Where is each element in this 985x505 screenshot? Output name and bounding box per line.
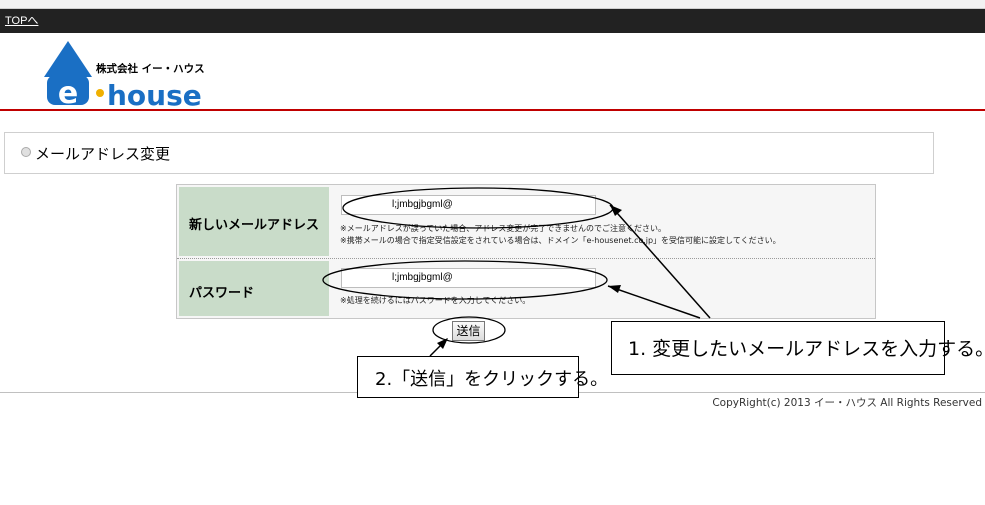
- top-link[interactable]: TOPへ: [5, 12, 38, 28]
- password-input[interactable]: l;jmbgjbgml@: [341, 268, 596, 288]
- header-divider: [0, 109, 985, 111]
- browser-top-strip: [0, 0, 985, 9]
- copyright-text: CopyRight(c) 2013 イー・ハウス All Rights Rese…: [712, 397, 982, 409]
- email-row: 新しいメールアドレス l;jmbgjbgml@ ※メールアドレスが誤っていた場合…: [177, 185, 875, 259]
- password-note: ※処理を続けるにはパスワードを入力してください。: [340, 296, 531, 305]
- site-header: e house 株式会社 イー・ハウス: [0, 33, 985, 112]
- step2-callout: 2.「送信」をクリックする。: [357, 356, 608, 398]
- house-logo-icon: e house 株式会社 イー・ハウス: [44, 41, 205, 112]
- password-label-cell: パスワード: [179, 261, 329, 316]
- svg-text:e: e: [58, 76, 78, 108]
- page-title-box: メールアドレス変更: [4, 132, 934, 174]
- step1-callout: 1. 変更したいメールアドレスを入力する。: [611, 321, 985, 375]
- email-label: 新しいメールアドレス: [189, 218, 320, 233]
- email-note-1: ※メールアドレスが誤っていた場合、アドレス変更が完了できませんのでご注意ください…: [340, 224, 667, 233]
- email-label-cell: 新しいメールアドレス: [179, 187, 329, 256]
- top-nav-bar: TOPへ: [0, 9, 985, 33]
- svg-text:株式会社 イー・ハウス: 株式会社 イー・ハウス: [96, 62, 205, 75]
- arrow-to-submit-head: [437, 338, 448, 349]
- page-title: メールアドレス変更: [35, 145, 171, 163]
- company-logo[interactable]: e house 株式会社 イー・ハウス: [4, 37, 244, 112]
- bullet-icon: [21, 147, 31, 157]
- submit-button[interactable]: 送信: [452, 321, 485, 341]
- svg-text:house: house: [107, 79, 202, 108]
- password-row: パスワード l;jmbgjbgml@ ※処理を続けるにはパスワードを入力してくだ…: [177, 259, 875, 318]
- email-note-2: ※携帯メールの場合で指定受信設定をされている場合は、ドメイン「e-housene…: [340, 236, 781, 245]
- arrow-to-submit-line: [429, 338, 448, 357]
- email-input[interactable]: l;jmbgjbgml@: [341, 195, 596, 215]
- password-label: パスワード: [189, 286, 255, 301]
- email-change-form: 新しいメールアドレス l;jmbgjbgml@ ※メールアドレスが誤っていた場合…: [176, 184, 876, 319]
